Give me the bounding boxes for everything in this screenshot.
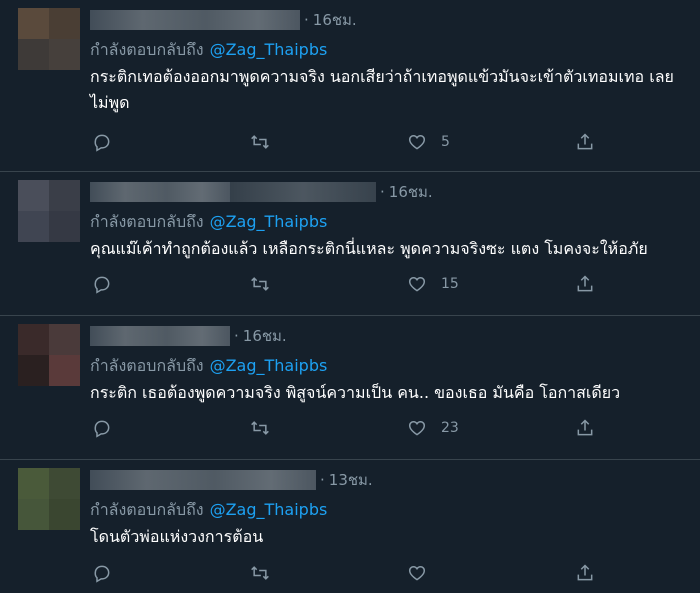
like-button[interactable]: 23: [407, 418, 459, 438]
separator-dot: ·: [380, 183, 385, 201]
tweet-text: คุณแม๊เค้าทำถูกต้องแล้ว เหลือกระติกนี่แห…: [90, 239, 648, 258]
mention-link[interactable]: @Zag_Thaipbs: [210, 356, 328, 375]
replying-to: กำลังตอบกลับถึง @Zag_Thaipbs: [90, 210, 327, 235]
comment-icon: [92, 132, 112, 152]
replying-to: กำลังตอบกลับถึง @Zag_Thaipbs: [90, 354, 327, 379]
tweet-actions: 23: [90, 418, 680, 444]
blurred-display-name: [90, 10, 300, 30]
reply-prefix: กำลังตอบกลับถึง: [90, 40, 204, 59]
reply-prefix: กำลังตอบกลับถึง: [90, 356, 204, 375]
replying-to: กำลังตอบกลับถึง @Zag_Thaipbs: [90, 498, 327, 523]
tweet[interactable]: · 16ชม. กำลังตอบกลับถึง @Zag_Thaipbs กระต…: [0, 316, 700, 460]
reply-button[interactable]: [92, 132, 112, 152]
blurred-username: [230, 182, 376, 202]
share-icon: [575, 418, 595, 438]
timestamp[interactable]: 16ชม.: [243, 324, 287, 348]
timestamp[interactable]: 13ชม.: [329, 468, 373, 492]
blurred-display-name: [90, 182, 230, 202]
retweet-icon: [250, 418, 270, 438]
share-icon: [575, 563, 595, 583]
share-icon: [575, 274, 595, 294]
tweet[interactable]: · 16ชม. กำลังตอบกลับถึง @Zag_Thaipbs กระต…: [0, 0, 700, 172]
mention-link[interactable]: @Zag_Thaipbs: [210, 500, 328, 519]
heart-icon: [407, 132, 427, 152]
retweet-button[interactable]: [250, 274, 270, 294]
reply-button[interactable]: [92, 274, 112, 294]
like-count: 23: [441, 420, 459, 436]
like-count: 5: [441, 134, 450, 150]
share-button[interactable]: [575, 418, 595, 438]
mention-link[interactable]: @Zag_Thaipbs: [210, 212, 328, 231]
like-button[interactable]: 15: [407, 274, 459, 294]
retweet-button[interactable]: [250, 132, 270, 152]
mention-link[interactable]: @Zag_Thaipbs: [210, 40, 328, 59]
tweet-actions: 5: [90, 132, 680, 158]
heart-icon: [407, 418, 427, 438]
share-icon: [575, 132, 595, 152]
tweet-actions: 15: [90, 274, 680, 300]
separator-dot: ·: [304, 11, 309, 29]
retweet-icon: [250, 132, 270, 152]
share-button[interactable]: [575, 563, 595, 583]
tweet-actions: [90, 563, 680, 589]
retweet-icon: [250, 563, 270, 583]
reply-prefix: กำลังตอบกลับถึง: [90, 212, 204, 231]
like-button[interactable]: [407, 563, 441, 583]
share-button[interactable]: [575, 132, 595, 152]
reply-button[interactable]: [92, 418, 112, 438]
timeline: · 16ชม. กำลังตอบกลับถึง @Zag_Thaipbs กระต…: [0, 0, 700, 593]
like-count: 15: [441, 276, 459, 292]
retweet-button[interactable]: [250, 563, 270, 583]
blurred-display-name: [90, 470, 316, 490]
separator-dot: ·: [320, 471, 325, 489]
comment-icon: [92, 563, 112, 583]
retweet-icon: [250, 274, 270, 294]
tweet-text: กระติกเทอต้องออกมาพูดความจริง นอกเสียว่า…: [90, 67, 674, 112]
tweet-text: กระติก เธอต้องพูดความจริง พิสูจน์ความเป็…: [90, 383, 621, 402]
comment-icon: [92, 418, 112, 438]
heart-icon: [407, 274, 427, 294]
tweet[interactable]: · 16ชม. กำลังตอบกลับถึง @Zag_Thaipbs คุณแ…: [0, 172, 700, 316]
avatar[interactable]: [18, 180, 80, 242]
tweet[interactable]: · 13ชม. กำลังตอบกลับถึง @Zag_Thaipbs โดนต…: [0, 460, 700, 593]
timestamp[interactable]: 16ชม.: [389, 180, 433, 204]
like-button[interactable]: 5: [407, 132, 450, 152]
share-button[interactable]: [575, 274, 595, 294]
tweet-text: โดนตัวพ่อแห่งวงการต้อน: [90, 527, 264, 546]
blurred-display-name: [90, 326, 230, 346]
separator-dot: ·: [234, 327, 239, 345]
retweet-button[interactable]: [250, 418, 270, 438]
heart-icon: [407, 563, 427, 583]
reply-button[interactable]: [92, 563, 112, 583]
reply-prefix: กำลังตอบกลับถึง: [90, 500, 204, 519]
replying-to: กำลังตอบกลับถึง @Zag_Thaipbs: [90, 38, 327, 63]
avatar[interactable]: [18, 8, 80, 70]
comment-icon: [92, 274, 112, 294]
avatar[interactable]: [18, 324, 80, 386]
timestamp[interactable]: 16ชม.: [313, 8, 357, 32]
avatar[interactable]: [18, 468, 80, 530]
